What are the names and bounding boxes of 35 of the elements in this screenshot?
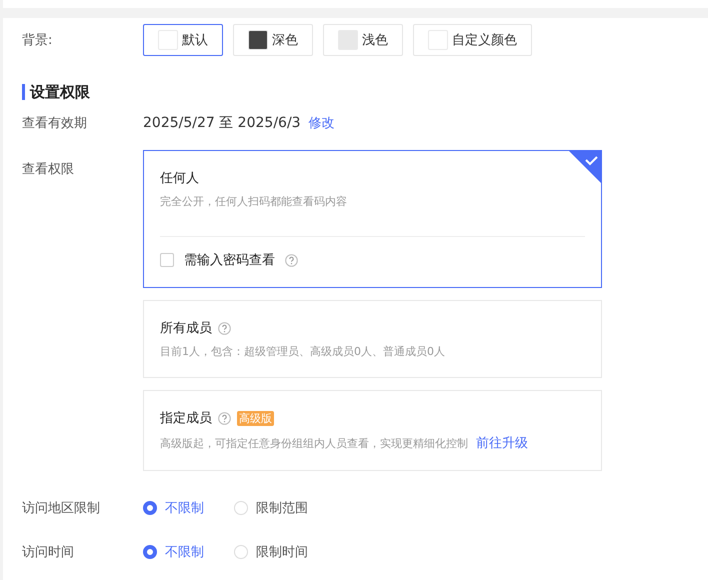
background-option[interactable]: 自定义颜色 (413, 24, 532, 56)
field-label: 访问时间 (22, 544, 75, 561)
radio-label: 限制时间 (256, 544, 308, 561)
upgrade-link[interactable]: 前往升级 (476, 436, 528, 451)
permission-card[interactable]: 指定成员 高级版 高级版起，可指定任意身份组组内人员查看，实现更精细化控制 前往升级 (143, 390, 602, 471)
check-corner-icon (569, 151, 601, 183)
help-icon[interactable] (285, 254, 298, 266)
background-option[interactable]: 浅色 (323, 24, 403, 56)
background-option[interactable]: 默认 (143, 24, 223, 56)
section-title: 设置权限 (22, 84, 708, 100)
help-icon[interactable] (218, 412, 231, 424)
card-description: 完全公开，任何人扫码都能查看码内容 (160, 195, 347, 208)
radio-button[interactable] (143, 545, 157, 559)
card-description: 高级版起，可指定任意身份组组内人员查看，实现更精细化控制 (160, 437, 468, 450)
field-label: 访问地区限制 (22, 500, 101, 517)
help-icon[interactable] (218, 322, 231, 334)
checkbox-label: 需输入密码查看 (184, 252, 275, 269)
radio-button[interactable] (143, 501, 157, 515)
radio-label: 限制范围 (256, 500, 308, 517)
card-title: 任何人 (160, 170, 199, 187)
permission-card[interactable]: 任何人 完全公开，任何人扫码都能查看码内容 需输入密码查看 (143, 150, 602, 288)
date-range: 2025/5/27 至 2025/6/3 (143, 114, 301, 132)
permission-card[interactable]: 所有成员 目前1人，包含：超级管理员、高级成员0人、普通成员0人 (143, 300, 602, 378)
card-title: 所有成员 (160, 320, 212, 337)
card-title: 指定成员 (160, 410, 212, 427)
field-label: 背景: (22, 32, 54, 49)
checkbox[interactable] (160, 253, 174, 267)
card-description: 目前1人，包含：超级管理员、高级成员0人、普通成员0人 (160, 345, 445, 358)
field-label: 查看权限 (22, 161, 75, 178)
background-option[interactable]: 深色 (233, 24, 313, 56)
premium-badge: 高级版 (237, 410, 274, 426)
radio-label: 不限制 (165, 544, 204, 561)
radio-label: 不限制 (165, 500, 204, 517)
field-label: 查看有效期 (22, 115, 88, 132)
edit-link[interactable]: 修改 (308, 114, 335, 132)
